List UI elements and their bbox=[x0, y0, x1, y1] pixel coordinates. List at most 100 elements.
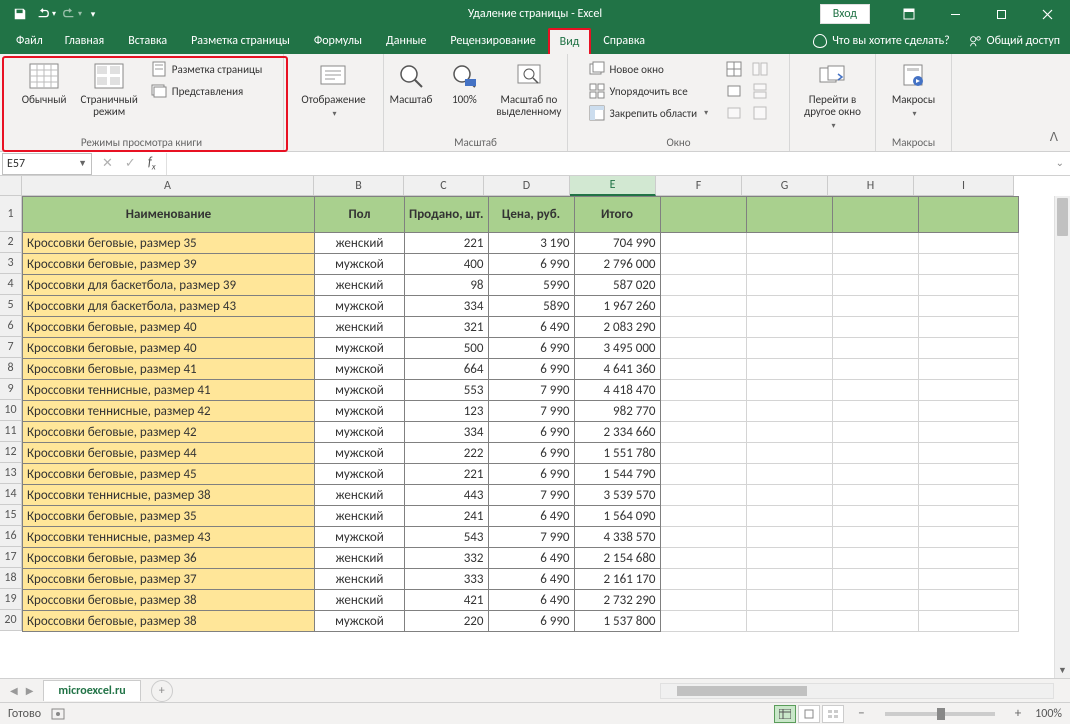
cell[interactable]: 6 490 bbox=[488, 590, 574, 611]
zoom-slider[interactable] bbox=[885, 712, 995, 716]
column-header-B[interactable]: B bbox=[314, 176, 404, 196]
cell[interactable] bbox=[918, 422, 1018, 443]
cell[interactable]: Кроссовки для баскетбола, размер 39 bbox=[23, 275, 315, 296]
cell[interactable]: 6 490 bbox=[488, 569, 574, 590]
cell[interactable] bbox=[918, 443, 1018, 464]
cell[interactable]: Кроссовки беговые, размер 40 bbox=[23, 338, 315, 359]
cell[interactable] bbox=[918, 548, 1018, 569]
cell[interactable] bbox=[832, 317, 918, 338]
cell[interactable] bbox=[918, 527, 1018, 548]
cell[interactable]: Кроссовки беговые, размер 37 bbox=[23, 569, 315, 590]
cell[interactable] bbox=[746, 569, 832, 590]
cell[interactable] bbox=[660, 464, 746, 485]
cell[interactable] bbox=[918, 590, 1018, 611]
freeze-panes-button[interactable]: Закрепить области▾ bbox=[584, 102, 722, 124]
cell[interactable] bbox=[660, 380, 746, 401]
cell[interactable]: 1 551 780 bbox=[574, 443, 660, 464]
cell[interactable] bbox=[918, 506, 1018, 527]
cell[interactable] bbox=[918, 275, 1018, 296]
cell[interactable]: Итого bbox=[574, 197, 660, 233]
cell[interactable]: Кроссовки для баскетбола, размер 43 bbox=[23, 296, 315, 317]
custom-views-button[interactable]: Представления bbox=[146, 80, 268, 102]
row-header[interactable]: 2 bbox=[0, 232, 22, 253]
cell[interactable]: мужской bbox=[315, 401, 405, 422]
cell[interactable]: 1 544 790 bbox=[574, 464, 660, 485]
cell[interactable]: 6 490 bbox=[488, 317, 574, 338]
cell[interactable] bbox=[832, 590, 918, 611]
cell[interactable]: 982 770 bbox=[574, 401, 660, 422]
cell[interactable]: Кроссовки беговые, размер 36 bbox=[23, 548, 315, 569]
row-header[interactable]: 7 bbox=[0, 337, 22, 358]
row-header[interactable]: 19 bbox=[0, 589, 22, 610]
cell[interactable]: 332 bbox=[405, 548, 489, 569]
show-button[interactable]: Отображение▾ bbox=[295, 58, 371, 122]
sheet-nav[interactable]: ◀▶ bbox=[0, 684, 43, 697]
cell[interactable] bbox=[832, 359, 918, 380]
cell[interactable]: 6 990 bbox=[488, 443, 574, 464]
column-header-E[interactable]: E bbox=[570, 176, 656, 196]
row-header[interactable]: 14 bbox=[0, 484, 22, 505]
cell[interactable]: 221 bbox=[405, 464, 489, 485]
cell[interactable] bbox=[832, 401, 918, 422]
cell[interactable]: 2 732 290 bbox=[574, 590, 660, 611]
cell[interactable] bbox=[832, 569, 918, 590]
cell[interactable]: Кроссовки теннисные, размер 42 bbox=[23, 401, 315, 422]
cell[interactable]: 241 bbox=[405, 506, 489, 527]
cell[interactable]: 6 990 bbox=[488, 254, 574, 275]
row-header[interactable]: 9 bbox=[0, 379, 22, 400]
cell[interactable]: 2 334 660 bbox=[574, 422, 660, 443]
cell[interactable] bbox=[660, 422, 746, 443]
cell[interactable] bbox=[832, 548, 918, 569]
close-button[interactable] bbox=[1024, 0, 1070, 28]
view-side-by-side-button[interactable] bbox=[750, 58, 774, 80]
cell[interactable] bbox=[918, 254, 1018, 275]
row-header[interactable]: 4 bbox=[0, 274, 22, 295]
cell[interactable] bbox=[746, 359, 832, 380]
cell[interactable]: 3 190 bbox=[488, 233, 574, 254]
cell[interactable]: женский bbox=[315, 233, 405, 254]
cell[interactable] bbox=[918, 401, 1018, 422]
cell[interactable] bbox=[832, 254, 918, 275]
cell[interactable] bbox=[746, 233, 832, 254]
cell[interactable] bbox=[660, 527, 746, 548]
cell[interactable] bbox=[746, 275, 832, 296]
cell[interactable] bbox=[918, 317, 1018, 338]
cell[interactable] bbox=[746, 338, 832, 359]
vertical-scroll-thumb[interactable] bbox=[1057, 198, 1068, 236]
cell[interactable]: 5890 bbox=[488, 296, 574, 317]
row-header[interactable]: 11 bbox=[0, 421, 22, 442]
zoom-out-button[interactable]: − bbox=[854, 706, 868, 721]
column-header-F[interactable]: F bbox=[656, 176, 742, 196]
cell[interactable]: Кроссовки беговые, размер 41 bbox=[23, 359, 315, 380]
cell[interactable] bbox=[918, 233, 1018, 254]
cell[interactable]: Наименование bbox=[23, 197, 315, 233]
cell[interactable] bbox=[660, 485, 746, 506]
cell[interactable] bbox=[832, 506, 918, 527]
cell[interactable]: 6 990 bbox=[488, 464, 574, 485]
tab-formulas[interactable]: Формулы bbox=[302, 28, 374, 54]
cell[interactable]: Цена, руб. bbox=[488, 197, 574, 233]
cell[interactable]: 3 495 000 bbox=[574, 338, 660, 359]
cell[interactable]: мужской bbox=[315, 338, 405, 359]
cell[interactable]: 6 990 bbox=[488, 611, 574, 632]
cell[interactable]: 6 990 bbox=[488, 422, 574, 443]
cell[interactable]: 1 967 260 bbox=[574, 296, 660, 317]
cell[interactable]: Кроссовки теннисные, размер 43 bbox=[23, 527, 315, 548]
zoom-to-selection-button[interactable]: Масштаб по выделенному bbox=[490, 58, 567, 120]
cell[interactable]: Кроссовки теннисные, размер 41 bbox=[23, 380, 315, 401]
cell[interactable] bbox=[746, 611, 832, 632]
cell[interactable]: мужской bbox=[315, 464, 405, 485]
cell[interactable]: мужской bbox=[315, 296, 405, 317]
cell[interactable]: женский bbox=[315, 275, 405, 296]
cell[interactable]: 4 641 360 bbox=[574, 359, 660, 380]
hide-button[interactable] bbox=[724, 80, 748, 102]
cell[interactable]: 1 564 090 bbox=[574, 506, 660, 527]
cell[interactable] bbox=[918, 464, 1018, 485]
tab-file[interactable]: Файл bbox=[6, 28, 53, 54]
cell[interactable]: 7 990 bbox=[488, 401, 574, 422]
cell[interactable]: 3 539 570 bbox=[574, 485, 660, 506]
horizontal-scrollbar[interactable] bbox=[660, 683, 1054, 699]
row-header[interactable]: 17 bbox=[0, 547, 22, 568]
cell[interactable] bbox=[660, 197, 746, 233]
expand-formula-bar-button[interactable]: ⌄ bbox=[1056, 156, 1064, 169]
